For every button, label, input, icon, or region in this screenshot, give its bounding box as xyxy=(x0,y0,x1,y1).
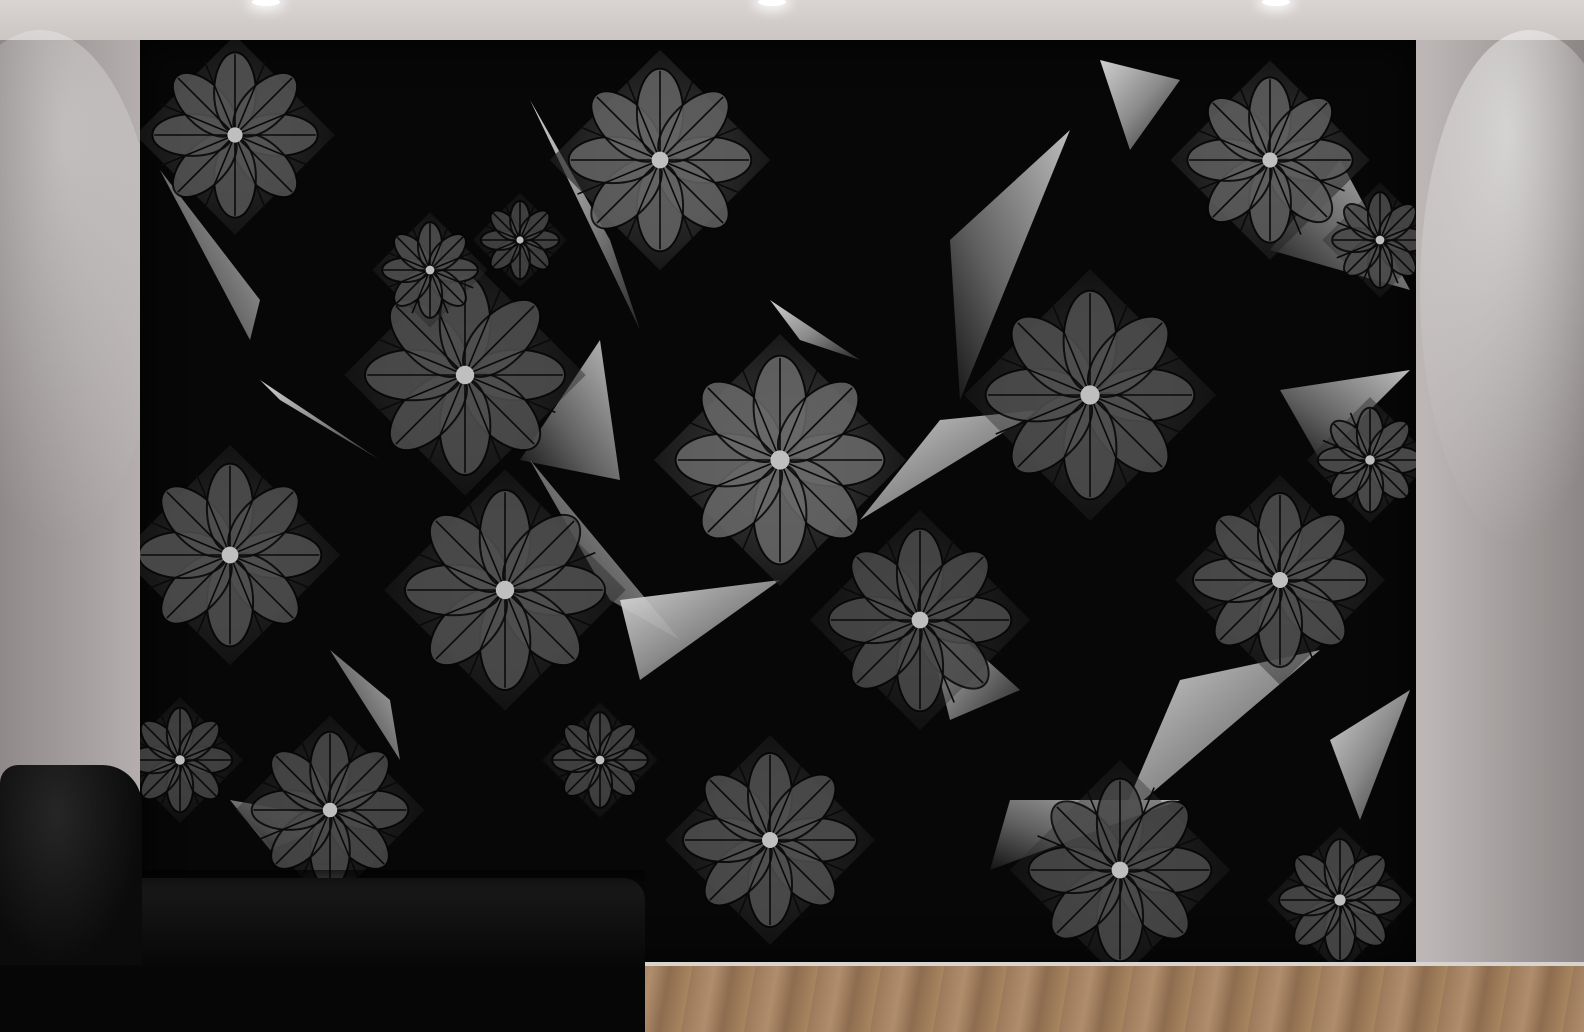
flower-medallion-icon xyxy=(384,469,626,711)
sofa-back xyxy=(0,765,142,965)
mural-art xyxy=(140,40,1416,966)
flower-medallion-icon xyxy=(665,735,875,945)
flower-medallion-icon xyxy=(1009,759,1231,966)
mural-facet xyxy=(620,580,780,680)
flower-medallion-icon xyxy=(1266,826,1414,966)
mural-facet xyxy=(1100,60,1180,150)
room-scene xyxy=(0,0,1584,1032)
flower-medallion-icon xyxy=(140,40,335,235)
flower-medallion-icon xyxy=(140,444,341,666)
flower-medallion-icon xyxy=(542,702,658,818)
flower-medallion-icon xyxy=(964,269,1216,521)
flower-medallion-icon xyxy=(472,192,568,288)
flower-medallion-icon xyxy=(654,334,906,586)
flower-medallion-icon xyxy=(140,697,243,823)
flower-medallion-icon xyxy=(549,49,771,271)
wall-mural xyxy=(140,40,1416,966)
mural-medallions xyxy=(140,40,1416,966)
mural-facet xyxy=(1330,690,1410,820)
sofa-shadow xyxy=(140,870,645,890)
ceiling xyxy=(0,0,1584,40)
